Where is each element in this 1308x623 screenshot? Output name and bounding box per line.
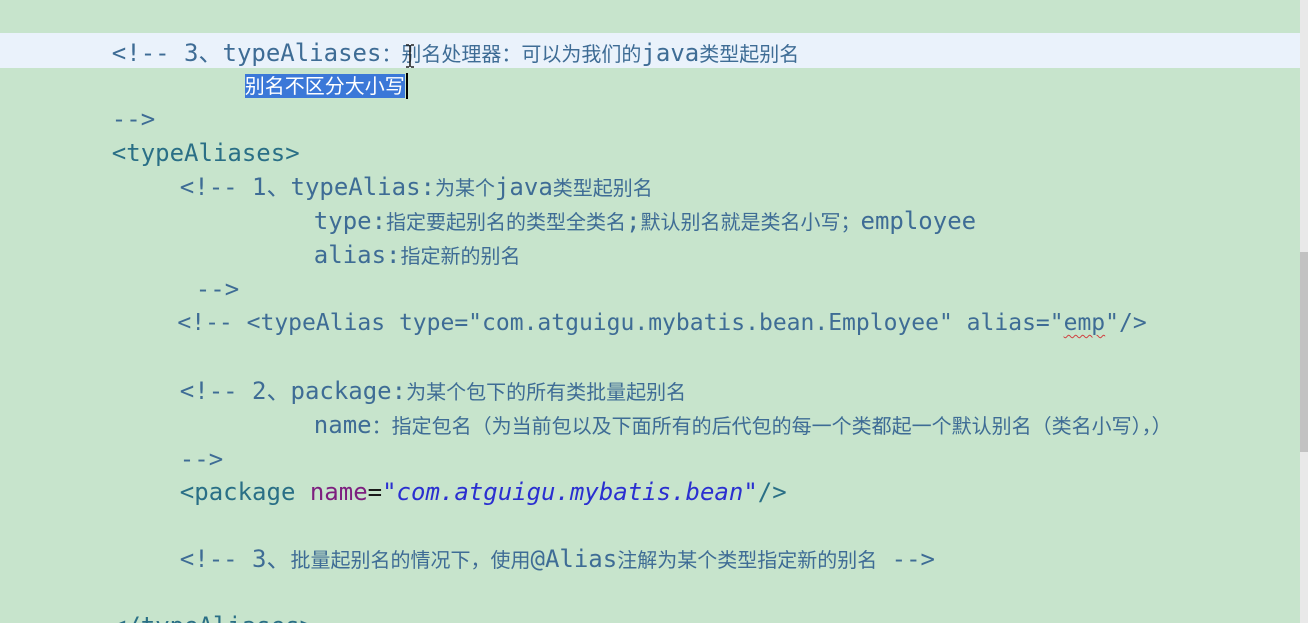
selected-text[interactable]: 别名不区分大小写 <box>244 74 405 98</box>
comment-code: ; <box>626 207 641 235</box>
comment-code: alias: <box>313 241 401 269</box>
comment-code: <!-- 3、 <box>179 545 291 573</box>
code-line-14[interactable]: <!-- 3、批量起别名的情况下，使用@Alias注解为某个类型指定新的别名 -… <box>122 508 935 573</box>
comment-text: 指定新的别名 <box>400 244 521 268</box>
code-line-7[interactable]: alias:指定新的别名 <box>256 204 521 269</box>
comment-code: "/> <box>1105 310 1147 336</box>
comment-code: employee <box>860 207 977 235</box>
comment-text: ：别名处理器：可以为我们的 <box>381 42 642 66</box>
xml-tag: </typeAliases> <box>112 612 314 623</box>
comment-code: <!-- <typeAlias type="com.atguigu.mybati… <box>177 310 1064 336</box>
vertical-scrollbar[interactable] <box>1300 0 1308 623</box>
code-line-6[interactable]: type:指定要起别名的类型全类名;默认别名就是类名小写；employee <box>256 170 976 235</box>
spellcheck-squiggle: emp <box>1063 310 1106 336</box>
scrollbar-thumb[interactable] <box>1300 252 1308 452</box>
code-editor[interactable]: <!-- 3、typeAliases：别名处理器：可以为我们的java类型起别名… <box>0 0 1308 623</box>
xml-tag-close: /> <box>757 478 787 506</box>
xml-attribute-value: "com.atguigu.mybatis.bean" <box>382 478 758 506</box>
comment-code: --> <box>877 545 935 573</box>
code-line-11[interactable]: name：指定包名（为当前包以及下面所有的后代包的每一个类都起一个默认别名（类名… <box>256 374 1172 439</box>
comment-text: 注解为某个类型指定新的别名 <box>617 548 878 572</box>
text-caret <box>405 73 408 99</box>
code-line-13[interactable]: <package name="com.atguigu.mybatis.bean"… <box>122 441 787 506</box>
code-line-15[interactable]: </typeAliases> <box>54 575 314 623</box>
code-line-1[interactable]: <!-- 3、typeAliases：别名处理器：可以为我们的java类型起别名 <box>54 2 799 67</box>
ibeam-cursor-icon <box>406 44 414 68</box>
code-line-5[interactable]: <!-- 1、typeAlias:为某个java类型起别名 <box>122 136 653 201</box>
comment-text: 批量起别名的情况下，使用 <box>290 548 531 572</box>
comment-text: 默认别名就是类名小写； <box>640 210 861 234</box>
code-line-9[interactable]: <!-- <typeAlias type="com.atguigu.mybati… <box>122 272 1146 336</box>
xml-equals: = <box>367 478 383 506</box>
xml-attribute: name <box>309 478 368 506</box>
code-line-8[interactable]: --> <box>138 238 239 303</box>
comment-code: java <box>641 39 700 67</box>
comment-text: 类型起别名 <box>699 42 800 66</box>
comment-text: ：指定包名（为当前包以及下面所有的后代包的每一个类都起一个默认别名（类名小写），… <box>371 414 1172 438</box>
code-line-3[interactable]: --> <box>54 68 155 133</box>
code-line-2[interactable]: 别名不区分大小写 <box>187 34 408 99</box>
xml-tag-open: <package <box>179 478 310 506</box>
code-line-4[interactable]: <typeAliases> <box>54 102 300 167</box>
code-line-10[interactable]: <!-- 2、package:为某个包下的所有类批量起别名 <box>122 340 686 405</box>
code-line-12[interactable]: --> <box>122 408 223 473</box>
comment-code: name <box>313 411 372 439</box>
comment-code: @Alias <box>530 545 618 573</box>
